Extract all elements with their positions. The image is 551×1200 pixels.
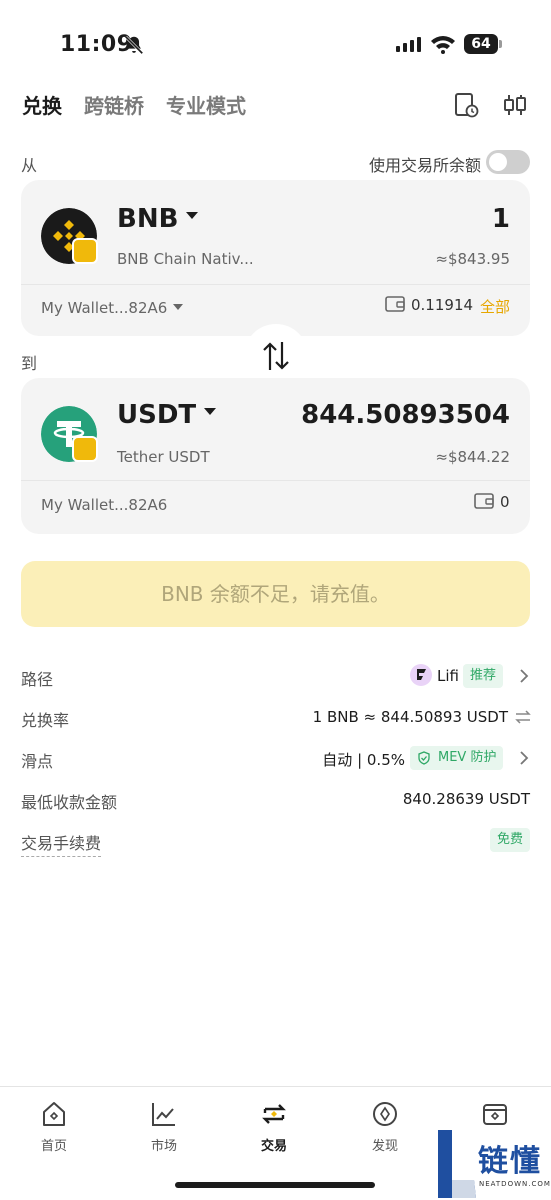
card-divider: [21, 480, 530, 481]
to-token-name: Tether USDT: [117, 448, 210, 466]
to-token-symbol: USDT: [117, 400, 197, 430]
battery-cap: [499, 40, 502, 48]
from-token-card: BNB BNB Chain Nativ... 1 ≈$843.95 My Wal…: [21, 180, 530, 336]
max-amount-button[interactable]: 全部: [480, 296, 510, 317]
tab-discover-label: 发现: [371, 1139, 398, 1154]
history-icon[interactable]: [453, 92, 479, 118]
rate-label: 兑换率: [21, 711, 70, 730]
route-label: 路径: [21, 670, 54, 689]
mev-protection-label: MEV 防护: [438, 750, 497, 765]
min-received-value: 840.28639 USDT: [402, 790, 530, 808]
tab-bridge[interactable]: 跨链桥: [84, 90, 144, 122]
card-divider: [21, 284, 530, 285]
fee-label[interactable]: 交易手续费: [21, 830, 102, 857]
to-label: 到: [21, 354, 38, 373]
neatdown-logo-icon: [438, 1130, 476, 1198]
mode-tabs: 兑换 跨链桥 专业模式: [22, 90, 246, 122]
from-wallet-name: My Wallet...82A6: [41, 299, 168, 317]
battery-level: 64: [464, 34, 498, 54]
tab-swap[interactable]: 兑换: [22, 90, 62, 122]
from-wallet-selector[interactable]: My Wallet...82A6: [41, 299, 184, 317]
to-token-selector[interactable]: USDT: [117, 400, 217, 430]
tab-market-label: 市场: [150, 1139, 177, 1154]
watermark-subtitle: NEATDOWN.COM: [479, 1180, 551, 1188]
insufficient-balance-button[interactable]: BNB 余额不足，请充值。: [21, 561, 530, 627]
chevron-right-icon[interactable]: [519, 668, 529, 684]
from-token-selector[interactable]: BNB: [117, 204, 199, 234]
tab-trade-label: 交易: [260, 1139, 287, 1154]
bnb-chain-badge-icon: [72, 436, 98, 462]
bell-muted-icon: [124, 35, 144, 55]
from-token-symbol: BNB: [117, 204, 179, 234]
tab-home-label: 首页: [40, 1139, 67, 1154]
status-time: 11:09: [60, 32, 133, 57]
use-trading-balance-label: 使用交易所余额: [368, 156, 481, 175]
chevron-right-icon[interactable]: [519, 750, 529, 766]
caret-down-icon: [173, 303, 184, 310]
from-token-name: BNB Chain Nativ...: [117, 250, 254, 268]
watermark-title: 链懂: [478, 1144, 542, 1179]
to-wallet-name[interactable]: My Wallet...82A6: [41, 496, 167, 514]
free-fee-tag: 免费: [490, 828, 531, 852]
compass-icon: [373, 1102, 397, 1126]
swap-icon: [262, 1104, 286, 1124]
home-indicator: [175, 1182, 375, 1188]
lifi-logo-icon: [410, 664, 432, 686]
tab-market[interactable]: 市场: [124, 1099, 204, 1154]
to-fiat-value: ≈$844.22: [435, 448, 510, 466]
slippage-label: 滑点: [21, 752, 54, 771]
tab-discover[interactable]: 发现: [345, 1099, 425, 1154]
slippage-value[interactable]: 自动 | 0.5%: [322, 749, 405, 770]
mev-protection-tag: MEV 防护: [410, 746, 504, 770]
signal-icon: [396, 37, 421, 52]
from-balance: 0.11914: [411, 296, 474, 314]
to-amount: 844.50893504: [301, 400, 510, 430]
caret-down-icon: [204, 408, 217, 415]
wallet-icon: [474, 493, 494, 509]
min-received-label: 最低收款金额: [21, 793, 118, 812]
wifi-icon: [431, 36, 455, 54]
from-label: 从: [21, 156, 38, 175]
wallet-icon: [385, 296, 405, 312]
route-provider[interactable]: Lifi: [437, 667, 459, 685]
home-icon: [43, 1102, 65, 1126]
from-fiat-value: ≈$843.95: [435, 250, 510, 268]
use-trading-balance-toggle[interactable]: [486, 150, 530, 174]
candlestick-chart-icon[interactable]: [502, 92, 528, 118]
rate-value: 1 BNB ≈ 844.50893 USDT: [312, 708, 508, 726]
chart-icon: [152, 1103, 175, 1126]
bnb-chain-badge-icon: [72, 238, 98, 264]
recommended-tag: 推荐: [463, 664, 504, 688]
toggle-knob: [489, 153, 507, 171]
to-balance: 0: [500, 493, 510, 511]
tab-pro-mode[interactable]: 专业模式: [166, 90, 246, 122]
swap-rate-icon[interactable]: [514, 709, 532, 725]
watermark-logo: 链懂 NEATDOWN.COM: [432, 1130, 551, 1200]
to-token-card: USDT Tether USDT 844.50893504 ≈$844.22 M…: [21, 378, 530, 534]
tab-wallet[interactable]: [455, 1099, 535, 1129]
from-amount-input[interactable]: 1: [492, 204, 510, 234]
shield-check-icon: [418, 751, 430, 765]
tab-trade[interactable]: 交易: [234, 1099, 314, 1154]
battery-indicator: 64: [464, 34, 502, 54]
wallet-icon: [483, 1104, 507, 1125]
status-bar: 11:09 64: [0, 0, 551, 88]
tab-home[interactable]: 首页: [14, 1099, 94, 1154]
caret-down-icon: [186, 212, 199, 219]
